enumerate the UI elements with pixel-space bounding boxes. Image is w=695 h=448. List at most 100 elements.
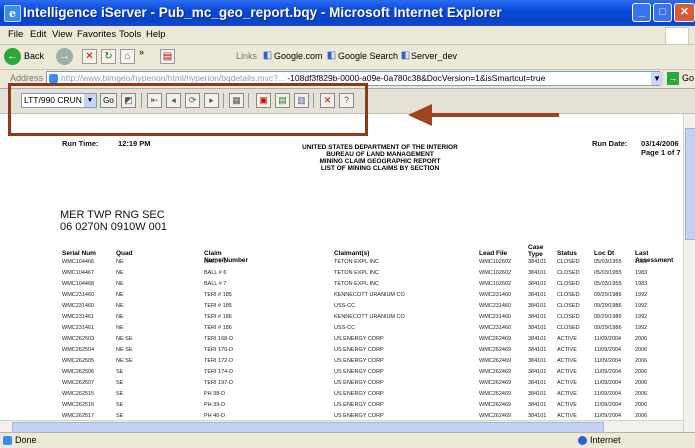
window-titlebar[interactable]: e Intelligence iServer - Pub_mc_geo_repo… <box>0 0 695 26</box>
address-dropdown-icon[interactable]: ▼ <box>651 72 663 85</box>
toolbar-chevron[interactable]: » <box>139 47 144 57</box>
window-title: Intelligence iServer - Pub_mc_geo_report… <box>23 5 502 20</box>
close-button[interactable]: ✕ <box>674 3 695 22</box>
table-cell: CLOSED <box>557 314 580 320</box>
table-cell: US ENERGY CORP <box>334 369 384 375</box>
scrollbar-thumb[interactable] <box>685 128 695 240</box>
link-page-icon: ◧ <box>326 50 337 61</box>
header-line: MINING CLAIM GEOGRAPHIC REPORT <box>319 158 441 165</box>
table-cell: WMC262503 <box>62 336 95 342</box>
table-cell: 384101 <box>528 358 547 364</box>
table-cell: CLOSED <box>557 270 580 276</box>
table-cell: TERI 168-D <box>204 336 234 342</box>
table-cell: NE <box>116 325 124 331</box>
table-cell: ACTIVE <box>557 413 577 419</box>
vertical-scrollbar[interactable] <box>683 114 695 432</box>
home-icon[interactable]: ⌂ <box>120 49 135 64</box>
back-arrow-icon[interactable]: ← <box>4 48 21 65</box>
table-cell: BALL # 5 <box>204 259 227 265</box>
table-cell: USS-CC <box>334 325 356 331</box>
menu-view[interactable]: View <box>52 29 72 40</box>
table-cell: CLOSED <box>557 281 580 287</box>
table-cell: TERI # 185 <box>204 303 232 309</box>
table-cell: WMC102602 <box>479 270 512 276</box>
menu-file[interactable]: File <box>8 29 23 40</box>
column-header: Quad <box>116 250 133 257</box>
link-google-search[interactable]: Google Search <box>338 51 398 61</box>
table-cell: WMC262469 <box>479 413 512 419</box>
table-cell: CLOSED <box>557 303 580 309</box>
refresh-icon[interactable]: ↻ <box>101 49 116 64</box>
table-cell: 11/09/2004 <box>594 391 622 397</box>
table-cell: KENNECOTT URANIUM CO <box>334 292 405 298</box>
table-cell: 11/09/2004 <box>594 336 622 342</box>
table-cell: PH 38-D <box>204 391 226 397</box>
annotation-arrow-head <box>408 104 432 126</box>
table-cell: WMC262469 <box>479 402 512 408</box>
table-cell: SE <box>116 380 124 386</box>
maximize-button[interactable]: □ <box>653 3 672 22</box>
table-cell: TERI # 186 <box>204 325 232 331</box>
table-cell: US ENERGY CORP <box>334 336 384 342</box>
table-cell: WMC231460 <box>479 303 512 309</box>
minimize-button[interactable]: _ <box>632 3 651 22</box>
header-line: BUREAU OF LAND MANAGEMENT <box>326 151 434 158</box>
table-cell: 1983 <box>635 259 648 265</box>
table-cell: 11/09/2004 <box>594 369 622 375</box>
section-title: MER TWP RNG SEC <box>60 209 165 221</box>
forward-arrow-icon[interactable]: → <box>56 48 73 65</box>
page-icon <box>3 436 12 445</box>
table-cell: 384101 <box>528 413 547 419</box>
table-cell: NE SE <box>116 336 133 342</box>
print-icon[interactable]: ▤ <box>160 49 175 64</box>
table-cell: 1992 <box>635 303 648 309</box>
table-cell: TERI 172-D <box>204 358 234 364</box>
run-date-label: Run Date: <box>592 139 628 148</box>
page-icon <box>49 74 58 83</box>
table-cell: 384101 <box>528 259 547 265</box>
table-cell: 384101 <box>528 281 547 287</box>
column-header: Lead File <box>479 250 508 257</box>
table-cell: 05/03/1955 <box>594 259 622 265</box>
address-go-button[interactable]: Go <box>682 73 694 83</box>
table-cell: 1983 <box>635 270 648 276</box>
address-url-prefix: http://www.blmgeo/hyperion/html/hyperion… <box>61 73 285 83</box>
go-arrow-icon[interactable]: → <box>667 72 679 85</box>
table-cell: 11/09/2004 <box>594 380 622 386</box>
back-button-label[interactable]: Back <box>24 51 44 61</box>
menu-tools[interactable]: Tools <box>119 29 141 40</box>
link-google[interactable]: Google.com <box>274 51 323 61</box>
run-time-value: 12:19 PM <box>118 139 151 148</box>
table-cell: TERI # 186 <box>204 314 232 320</box>
menu-favorites[interactable]: Favorites <box>77 29 116 40</box>
table-cell: NE <box>116 314 124 320</box>
table-cell: NE <box>116 259 124 265</box>
menu-help[interactable]: Help <box>146 29 166 40</box>
table-cell: 384101 <box>528 380 547 386</box>
run-time-label: Run Time: <box>62 139 99 148</box>
table-cell: WMC231460 <box>479 292 512 298</box>
table-cell: SE <box>116 369 124 375</box>
table-cell: TERI # 185 <box>204 292 232 298</box>
table-cell: NE SE <box>116 358 133 364</box>
table-cell: 1992 <box>635 314 648 320</box>
table-cell: ACTIVE <box>557 369 577 375</box>
table-cell: WMC262469 <box>479 347 512 353</box>
table-cell: NE <box>116 270 124 276</box>
table-cell: WMC102602 <box>479 259 512 265</box>
table-cell: US ENERGY CORP <box>334 402 384 408</box>
table-cell: 384101 <box>528 369 547 375</box>
table-cell: 384101 <box>528 347 547 353</box>
table-cell: ACTIVE <box>557 336 577 342</box>
table-cell: 11/09/2004 <box>594 358 622 364</box>
table-cell: SE <box>116 402 124 408</box>
table-cell: 384101 <box>528 336 547 342</box>
table-cell: USS-CC <box>334 303 356 309</box>
menu-edit[interactable]: Edit <box>30 29 46 40</box>
table-cell: 09/29/1986 <box>594 292 622 298</box>
stop-icon[interactable]: ✕ <box>82 49 97 64</box>
link-server-dev[interactable]: Server_dev <box>411 51 457 61</box>
table-cell: WMC231460 <box>479 325 512 331</box>
table-cell: WMC262469 <box>479 358 512 364</box>
table-cell: 11/09/2004 <box>594 347 622 353</box>
